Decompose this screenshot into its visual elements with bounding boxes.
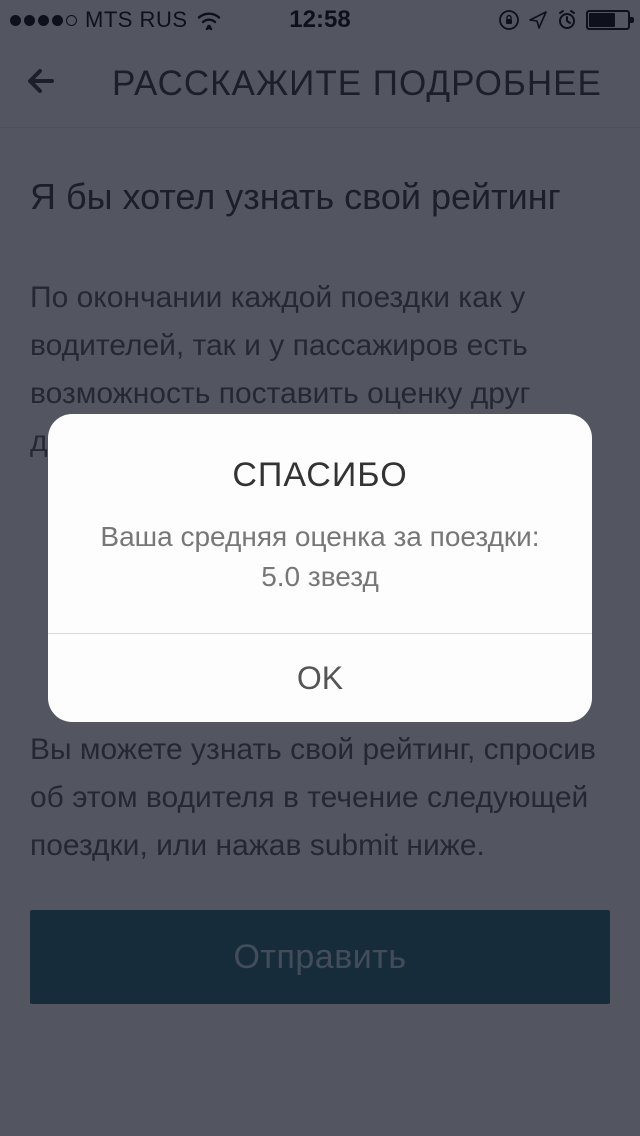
alert-body: СПАСИБО Ваша средняя оценка за поездки: … (48, 414, 592, 633)
alert-ok-button[interactable]: OK (48, 634, 592, 722)
alert-dialog: СПАСИБО Ваша средняя оценка за поездки: … (48, 414, 592, 722)
alert-title: СПАСИБО (78, 456, 562, 495)
alert-message: Ваша средняя оценка за поездки: 5.0 звез… (78, 517, 562, 597)
app-screen: MTS RUS 12:58 (0, 0, 640, 1136)
modal-backdrop[interactable]: СПАСИБО Ваша средняя оценка за поездки: … (0, 0, 640, 1136)
